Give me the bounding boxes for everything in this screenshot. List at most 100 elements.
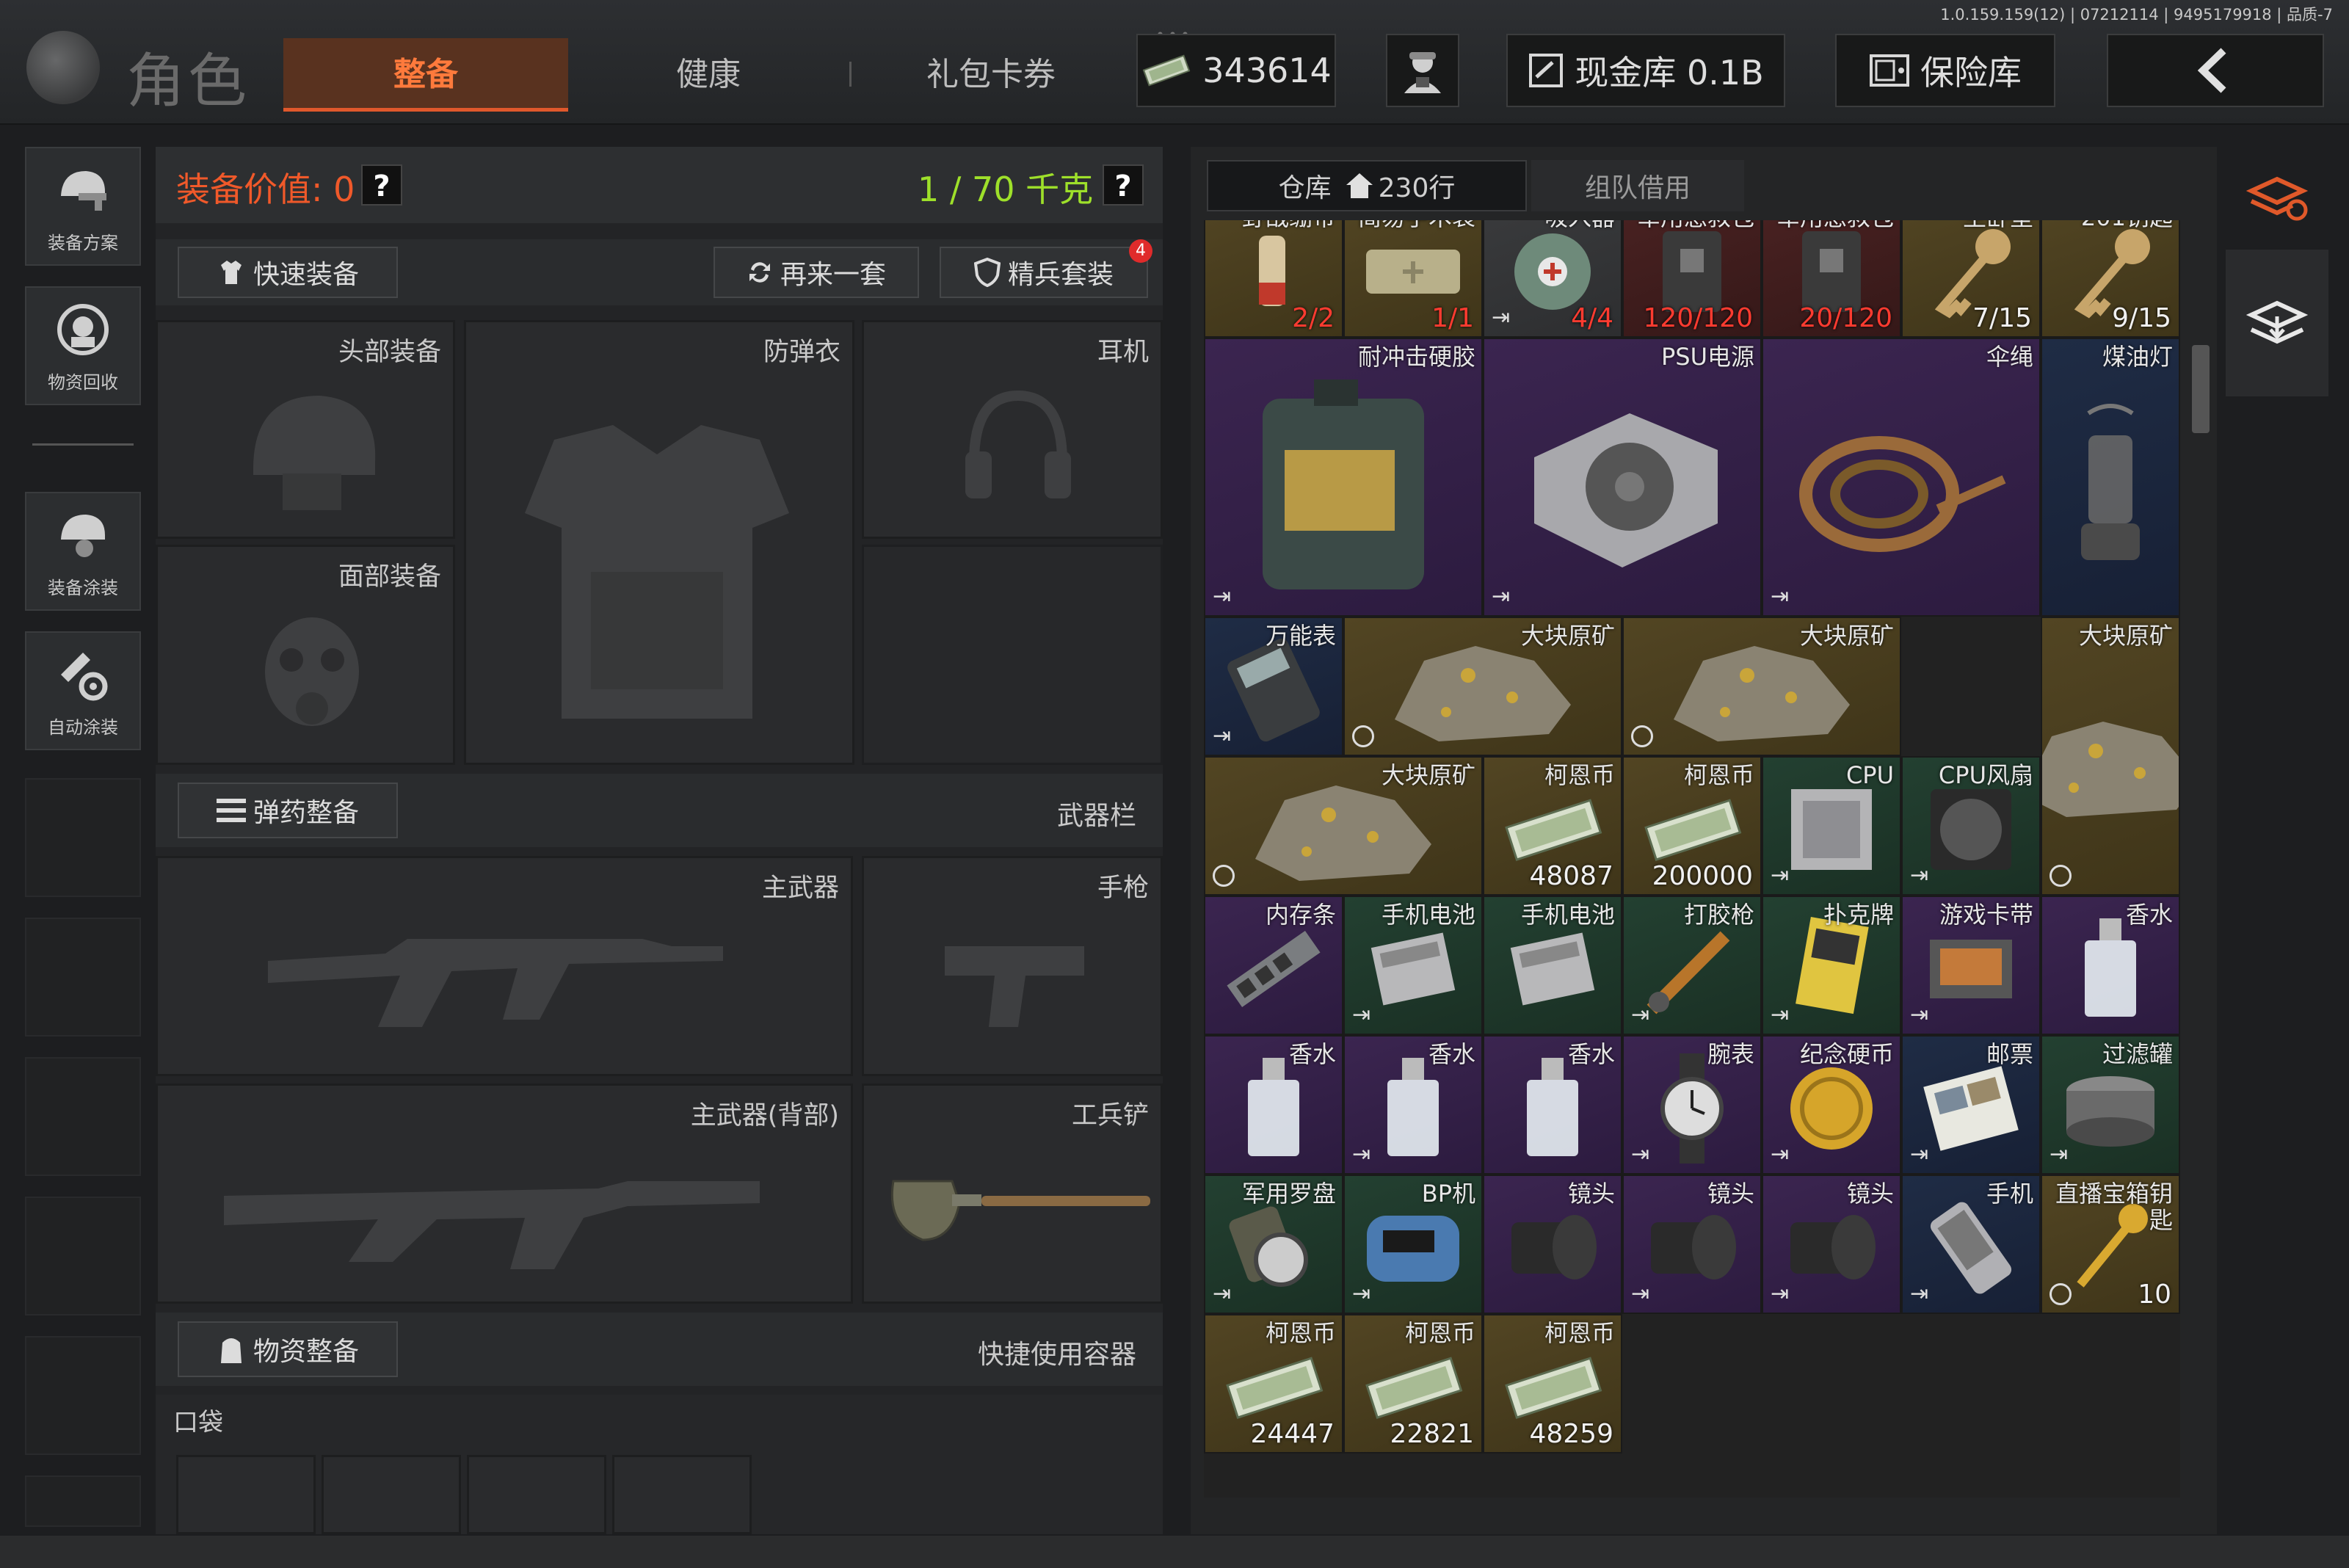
armor-slot[interactable]: 防弹衣 [464,320,854,765]
storage-item[interactable]: CPU ⇥ [1762,756,1901,896]
pocket-slot[interactable] [612,1455,752,1534]
storage-item[interactable]: 镜头 ⇥ [1762,1175,1901,1314]
storage-item[interactable]: 伞绳 ⇥ [1762,338,2041,617]
item-name: 手机电池 [1520,901,1615,929]
tab-gift[interactable]: 礼包卡券 [881,38,1101,112]
storage-item[interactable]: 野战绷带 2/2 [1204,220,1343,338]
storage-item[interactable]: 游戏卡带 ⇥ [1901,896,2041,1035]
storage-item[interactable]: 邮票 ⇥ [1901,1035,2041,1175]
storage-item[interactable]: 香水 [1483,1035,1622,1175]
pocket-slot[interactable] [322,1455,461,1534]
storage-item[interactable]: 手机电池 [1483,896,1622,1035]
loadout-plan-button[interactable]: 装备方案 [25,147,141,266]
item-count: 1/1 [1431,303,1474,333]
again-label: 再来一套 [780,260,886,290]
ammo-loadout-button[interactable]: 弹药整备 [178,783,398,838]
item-name: 直播宝箱钥匙 [2055,1180,2173,1234]
elite-set-button[interactable]: 精兵套装 [940,247,1148,298]
storage-item[interactable]: 手机 ⇥ [1901,1175,2041,1314]
item-name: 耐冲击硬胶 [1357,343,1475,371]
storage-item[interactable]: 镜头 ⇥ [1622,1175,1762,1314]
storage-item[interactable]: 打胶枪 ⇥ [1622,896,1762,1035]
storage-item[interactable]: 过滤罐 ⇥ [2041,1035,2180,1175]
face-slot[interactable]: 面部装备 [156,545,455,765]
head-slot[interactable]: 头部装备 [156,320,455,539]
storage-item[interactable]: 直播宝箱钥匙 10 [2041,1175,2180,1314]
weight-value: 1 / 70 千克 [918,170,1094,209]
storage-item[interactable]: 万能表 ⇥ [1204,617,1343,756]
tab-loadout[interactable]: 整备 [283,38,568,112]
tab-team-borrow[interactable]: 组队借用 [1531,160,1744,211]
storage-item[interactable]: 香水 ⇥ [1343,1035,1483,1175]
extract-icon: ⇥ [1771,1281,1790,1307]
storage-item[interactable]: BP机 ⇥ [1343,1175,1483,1314]
storage-item[interactable]: 201钥匙 9/15 [2041,220,2180,338]
value-help-button[interactable]: ? [361,164,402,206]
storage-item[interactable]: 内存条 [1204,896,1343,1035]
pocket-slot[interactable] [176,1455,316,1534]
back-weapon-slot[interactable]: 主武器(背部) [156,1084,853,1304]
tab-warehouse[interactable]: 仓库 230行 [1207,160,1527,211]
storage-item[interactable]: 香水 [2041,896,2180,1035]
storage-item[interactable]: 煤油灯 [2041,338,2180,617]
storage-item[interactable]: CPU风扇 ⇥ [1901,756,2041,896]
pistol-slot[interactable]: 手枪 [862,856,1163,1076]
storage-item[interactable]: 大块原矿 [1622,617,1901,756]
battery-icon [1362,925,1464,1016]
storage-item[interactable]: 香水 [1204,1035,1343,1175]
storage-item[interactable]: 军用急救包 120/120 [1622,220,1762,338]
item-count: 48259 [1529,1419,1613,1449]
primary-weapon-slot[interactable]: 主武器 [156,856,853,1076]
auto-skin-button[interactable]: 自动涂装 [25,631,141,750]
perfume-icon [1380,1053,1446,1166]
storage-item[interactable]: 大块原矿 [1343,617,1622,756]
storage-item[interactable]: 手机电池 ⇥ [1343,896,1483,1035]
cash-icon [1497,793,1608,869]
storage-item[interactable]: 柯恩币 200000 [1622,756,1762,896]
storage-item[interactable]: 吸入器 4/4 ⇥ [1483,220,1622,338]
shield-icon [973,258,1001,287]
weight-help-button[interactable]: ? [1103,164,1144,206]
extract-icon: ⇥ [1492,305,1511,330]
perfume-icon [1241,1053,1307,1166]
timer-icon [1352,725,1374,747]
storage-item[interactable]: 纪念硬币 ⇥ [1762,1035,1901,1175]
elite-set-label: 精兵套装 [1007,260,1114,290]
storage-item[interactable]: 军用急救包 20/120 [1762,220,1901,338]
storage-item[interactable]: 扑克牌 ⇥ [1762,896,1901,1035]
collect-button[interactable] [2226,250,2328,396]
extract-icon: ⇥ [1910,863,1929,888]
tab-health[interactable]: 健康 [609,38,807,112]
rail-empty-slot [25,778,141,897]
sort-button[interactable] [2226,147,2328,250]
storage-item[interactable]: PSU电源 ⇥ [1483,338,1762,617]
storage-item[interactable]: 大块原矿 [1204,756,1483,896]
cash-vault-button[interactable]: 现金库 0.1B [1506,34,1785,107]
storage-item[interactable]: 镜头 [1483,1175,1622,1314]
avatar-button[interactable] [1386,34,1459,107]
recycle-button[interactable]: 物资回收 [25,286,141,405]
storage-item[interactable]: 柯恩币 22821 [1343,1314,1483,1453]
back-button[interactable] [2107,34,2324,107]
item-name: 军用罗盘 [1241,1180,1336,1208]
supply-loadout-button[interactable]: 物资整备 [178,1321,398,1377]
storage-item[interactable]: 柯恩币 48087 [1483,756,1622,896]
storage-item[interactable]: 柯恩币 24447 [1204,1314,1343,1453]
storage-item[interactable]: 主卧室 7/15 [1901,220,2041,338]
safe-vault-button[interactable]: 保险库 [1835,34,2055,107]
item-name: 腕表 [1707,1040,1754,1068]
again-button[interactable]: 再来一套 [714,247,919,298]
storage-item[interactable]: 简易手术袋 1/1 [1343,220,1483,338]
quick-equip-button[interactable]: 快速装备 [178,247,398,298]
pocket-slot[interactable] [467,1455,606,1534]
storage-item[interactable]: 腕表 ⇥ [1622,1035,1762,1175]
storage-item[interactable]: 柯恩币 48259 [1483,1314,1622,1453]
storage-scrollbar[interactable] [2192,345,2210,433]
shovel-slot[interactable]: 工兵铲 [862,1084,1163,1304]
storage-item[interactable]: 大块原矿 [2041,617,2180,896]
item-count: 48087 [1529,861,1613,891]
storage-item[interactable]: 军用罗盘 ⇥ [1204,1175,1343,1314]
storage-item[interactable]: 耐冲击硬胶 ⇥ [1204,338,1483,617]
skin-button[interactable]: 装备涂装 [25,492,141,611]
earphone-slot[interactable]: 耳机 [862,320,1163,539]
